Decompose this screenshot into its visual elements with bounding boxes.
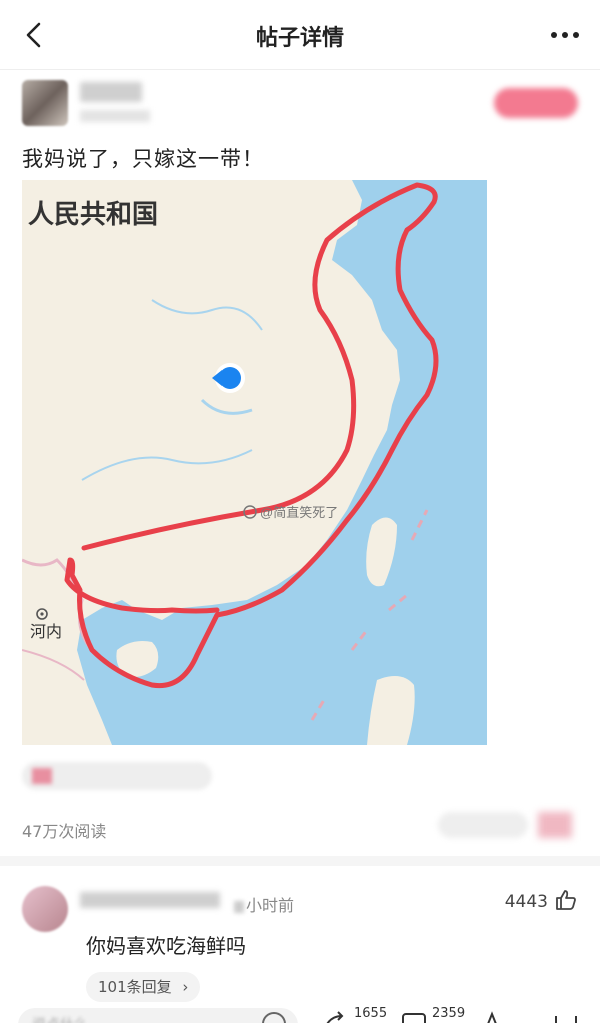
emoji-icon[interactable] [262,1012,286,1023]
share-icon[interactable] [552,1010,580,1023]
comment-time: 小时前 [234,892,294,916]
map-city-label: 河内 [30,623,62,641]
view-count: 47万次阅读 [22,822,107,841]
comment-input[interactable]: 说点什么 [18,1008,298,1023]
post-author [22,80,578,130]
comment-like-count: 4443 [504,892,548,912]
comment-icon[interactable] [400,1010,428,1023]
bottom-toolbar: 说点什么 1655 2359 [0,1006,600,1023]
post-image-map[interactable]: 人民共和国 河内 @简直笑死了 [22,180,487,745]
topic-tag-blurred[interactable] [22,762,212,790]
chevron-right-icon: › [182,978,189,996]
author-name-blurred[interactable] [80,82,142,102]
repost-icon[interactable] [322,1010,350,1023]
comment-text: 你妈喜欢吃海鲜吗 [86,934,246,958]
commenter-avatar[interactable] [22,886,68,932]
share-chip-blurred[interactable] [438,812,528,838]
nav-bar: 帖子详情 [0,0,600,70]
like-icon[interactable] [478,1010,506,1023]
map-watermark: @简直笑死了 [260,505,338,520]
section-divider [0,856,600,866]
map-country-label: 人民共和国 [28,199,158,229]
view-replies-button[interactable]: 101条回复 › [86,972,201,1002]
page-title: 帖子详情 [255,26,344,51]
comment-count: 2359 [432,1006,466,1021]
comment-input-placeholder: 说点什么 [32,1014,88,1023]
more-dots-icon[interactable] [548,22,582,46]
replies-label: 101条回复 [98,978,172,996]
comment-item: 小时前 4443 你妈喜欢吃海鲜吗 101条回复 › [22,886,578,1002]
repost-count: 1655 [354,1006,388,1021]
thumbs-up-icon[interactable] [554,888,578,912]
author-meta-blurred [80,110,150,122]
commenter-name-blurred[interactable] [80,892,220,908]
avatar[interactable] [22,80,68,126]
map-graphic: 人民共和国 河内 @简直笑死了 [22,180,487,745]
follow-button[interactable] [494,88,578,118]
share-icon-blurred[interactable] [538,812,572,838]
post-text: 我妈说了，只嫁这一带！ [22,147,264,171]
